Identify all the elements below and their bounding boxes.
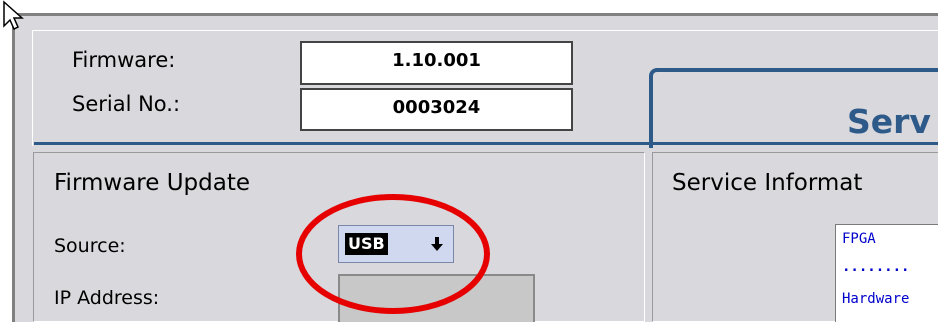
firmware-label: Firmware: [72, 48, 176, 72]
firmware-update-title: Firmware Update [54, 170, 251, 196]
service-information-list[interactable]: FPGA ........ Hardware [835, 224, 938, 322]
service-tab-title: Serv [847, 102, 931, 141]
service-information-title: Service Informat [672, 170, 863, 196]
ip-address-label: IP Address: [54, 287, 160, 309]
window-top-border [14, 13, 938, 16]
arrow-cursor-icon [3, 0, 24, 30]
info-line: ........ [842, 259, 910, 275]
info-line: FPGA [842, 231, 876, 247]
firmware-value-field: 1.10.001 [300, 41, 573, 85]
red-ellipse-annotation [296, 194, 490, 314]
source-label: Source: [54, 235, 126, 257]
serial-number-label: Serial No.: [72, 92, 181, 116]
service-tab[interactable]: Serv [649, 68, 938, 148]
serial-number-value-field: 0003024 [300, 88, 573, 131]
info-line: Hardware [842, 291, 910, 307]
window-left-border [12, 13, 15, 322]
